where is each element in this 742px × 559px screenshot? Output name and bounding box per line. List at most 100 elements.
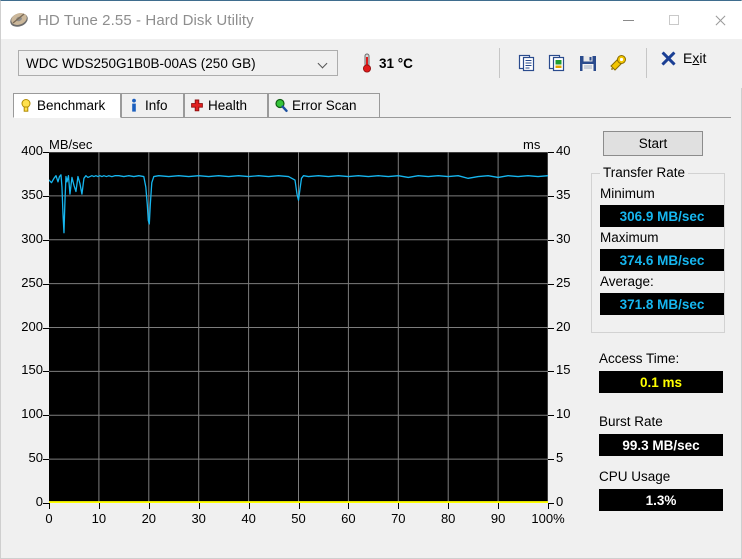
y-tick-label: 50 xyxy=(28,450,43,466)
harddisk-icon xyxy=(9,9,31,31)
drive-select-value: WDC WDS250G1B0B-00AS (250 GB) xyxy=(26,55,256,71)
x-tick-mark xyxy=(548,503,549,509)
minimize-button[interactable] xyxy=(605,1,651,39)
toolbar: WDC WDS250G1B0B-00AS (250 GB) 31 °C Exit xyxy=(1,39,742,88)
x-tick-label: 100% xyxy=(531,511,565,526)
y2-tick-mark xyxy=(548,459,554,461)
y-tick-label: 400 xyxy=(21,143,43,158)
y2-axis-label: ms xyxy=(523,137,541,152)
average-label: Average: xyxy=(600,274,654,289)
tab-error-scan[interactable]: Error Scan xyxy=(268,93,380,118)
y2-tick-mark xyxy=(548,415,554,417)
y2-tick-label: 5 xyxy=(556,450,564,466)
copy-image-icon[interactable] xyxy=(543,49,573,77)
x-tick-label: 60 xyxy=(341,511,356,526)
tab-health[interactable]: Health xyxy=(184,93,268,118)
cpu-usage-label: CPU Usage xyxy=(599,469,671,484)
toolbar-actions xyxy=(513,49,633,77)
y2-tick-mark xyxy=(548,283,554,285)
tab-benchmark-label: Benchmark xyxy=(37,98,106,113)
y2-tick-mark xyxy=(548,327,554,329)
copy-icon[interactable] xyxy=(513,49,543,77)
x-tick-label: 90 xyxy=(490,511,506,526)
tab-health-label: Health xyxy=(208,98,248,113)
save-icon[interactable] xyxy=(573,49,603,77)
minimum-value: 306.9 MB/sec xyxy=(600,205,724,227)
x-tick-mark xyxy=(348,503,350,509)
y-tick-label: 100 xyxy=(21,406,43,422)
x-tick-label: 40 xyxy=(241,511,256,526)
hdtune-window: HD Tune 2.55 - Hard Disk Utility WDC WDS… xyxy=(0,0,742,559)
y2-tick-label: 0 xyxy=(556,494,564,509)
burst-rate-label: Burst Rate xyxy=(599,414,663,429)
maximize-button[interactable] xyxy=(651,1,697,39)
start-button[interactable]: Start xyxy=(603,131,703,156)
y-tick-label: 300 xyxy=(21,230,43,246)
y2-tick-mark xyxy=(548,195,554,197)
maximum-label: Maximum xyxy=(600,230,659,245)
x-tick-mark xyxy=(198,503,200,509)
x-tick-label: 70 xyxy=(391,511,406,526)
y-tick-label: 250 xyxy=(21,274,43,290)
window-title: HD Tune 2.55 - Hard Disk Utility xyxy=(38,11,254,29)
y-axis-label: MB/sec xyxy=(49,137,93,152)
health-cross-icon xyxy=(190,98,204,113)
tab-benchmark[interactable]: Benchmark xyxy=(13,93,121,118)
tab-info-label: Info xyxy=(145,98,168,113)
magnifier-icon xyxy=(274,98,288,113)
y-tick-label: 350 xyxy=(21,186,43,202)
average-value: 371.8 MB/sec xyxy=(600,293,724,315)
cpu-usage-value: 1.3% xyxy=(599,489,723,511)
x-tick-mark xyxy=(498,503,500,509)
access-time-value: 0.1 ms xyxy=(599,371,723,393)
maximize-icon xyxy=(669,15,679,25)
drive-select[interactable]: WDC WDS250G1B0B-00AS (250 GB) xyxy=(18,50,338,76)
x-tick-mark xyxy=(248,503,250,509)
x-tick-label: 30 xyxy=(191,511,206,526)
options-icon[interactable] xyxy=(603,49,633,77)
x-tick-label: 20 xyxy=(141,511,157,526)
y2-tick-mark xyxy=(548,371,554,373)
transfer-rate-group: Transfer Rate Minimum 306.9 MB/sec Maxim… xyxy=(591,165,725,333)
y2-tick-label: 20 xyxy=(556,318,571,334)
transfer-rate-group-title: Transfer Rate xyxy=(600,165,689,180)
burst-rate-value: 99.3 MB/sec xyxy=(599,434,723,456)
chevron-down-icon xyxy=(319,60,328,69)
x-tick-label: 0 xyxy=(45,511,53,526)
close-button[interactable] xyxy=(697,1,742,39)
window-controls xyxy=(605,1,742,39)
toolbar-separator-1 xyxy=(499,48,500,78)
toolbar-separator-2 xyxy=(646,48,647,78)
y2-tick-label: 15 xyxy=(556,362,571,378)
x-tick-label: 10 xyxy=(91,511,107,526)
y-tick-label: 200 xyxy=(21,318,43,334)
minimum-label: Minimum xyxy=(600,186,655,201)
close-icon xyxy=(714,14,726,26)
y2-tick-label: 10 xyxy=(556,406,571,422)
benchmark-chart: MB/sec ms 0 50 100 150 200 250 300 350 400 0 5 10 1… xyxy=(13,118,583,543)
temperature-value: 31 °C xyxy=(379,55,413,71)
x-tick-mark xyxy=(298,503,300,509)
exit-button[interactable]: Exit xyxy=(661,50,706,66)
minimize-icon xyxy=(622,19,634,21)
x-tick-mark xyxy=(398,503,400,509)
y2-tick-label: 35 xyxy=(556,186,571,202)
tab-info[interactable]: Info xyxy=(121,93,184,118)
exit-button-label: Exit xyxy=(683,50,707,66)
x-tick-mark xyxy=(98,503,100,509)
plot-canvas xyxy=(49,152,548,503)
tab-error-scan-label: Error Scan xyxy=(292,98,357,113)
y2-tick-label: 40 xyxy=(556,143,571,158)
temperature-indicator: 31 °C xyxy=(361,50,413,76)
plot-area xyxy=(49,152,548,503)
x-tick-mark xyxy=(148,503,150,509)
thermometer-icon xyxy=(361,53,373,73)
bulb-icon xyxy=(19,98,33,113)
access-time-label: Access Time: xyxy=(599,351,680,366)
y2-tick-label: 30 xyxy=(556,230,571,246)
x-tick-mark xyxy=(49,503,50,509)
y2-tick-mark xyxy=(548,239,554,241)
y2-tick-label: 25 xyxy=(556,274,571,290)
results-panel: Start Transfer Rate Minimum 306.9 MB/sec… xyxy=(591,126,731,536)
y-tick-label: 0 xyxy=(35,494,43,509)
